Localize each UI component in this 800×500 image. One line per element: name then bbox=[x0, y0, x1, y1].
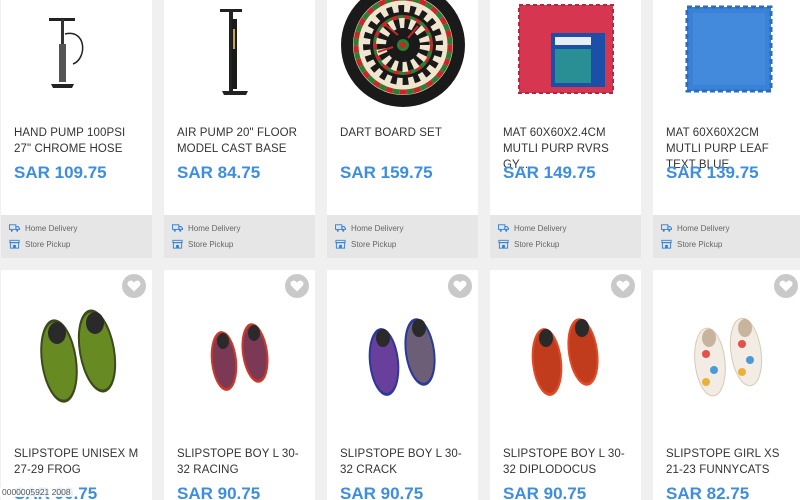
product-title[interactable]: DART BOARD SET bbox=[340, 125, 470, 141]
favorite-button[interactable] bbox=[774, 274, 798, 298]
product-price: SAR 82.75 bbox=[666, 484, 750, 500]
product-title[interactable]: SLIPSTOPE UNISEX M 27-29 FROG bbox=[14, 446, 144, 478]
heart-icon bbox=[779, 280, 793, 292]
truck-icon bbox=[9, 224, 20, 232]
frog-slippers-image bbox=[39, 309, 116, 403]
crack-slippers-image bbox=[368, 318, 436, 396]
store-icon bbox=[661, 239, 672, 249]
barcode-overlay: 0000005921 2008 bbox=[0, 487, 73, 497]
home-delivery-label: Home Delivery bbox=[514, 223, 567, 233]
home-delivery-label: Home Delivery bbox=[25, 223, 78, 233]
delivery-options: Home Delivery Store Pickup bbox=[164, 215, 315, 258]
product-price: SAR 159.75 bbox=[340, 163, 433, 182]
product-card[interactable]: DART BOARD SET SAR 159.75 Home Delivery … bbox=[327, 0, 478, 258]
product-title[interactable]: SLIPSTOPE BOY L 30-32 DIPLODOCUS bbox=[503, 446, 633, 478]
home-delivery-label: Home Delivery bbox=[188, 223, 241, 233]
product-image[interactable] bbox=[1, 0, 152, 108]
product-title[interactable]: HAND PUMP 100PSI 27" CHROME HOSE bbox=[14, 125, 144, 157]
product-title[interactable]: SLIPSTOPE BOY L 30-32 CRACK bbox=[340, 446, 470, 478]
heart-icon bbox=[290, 280, 304, 292]
product-card[interactable]: SLIPSTOPE BOY L 30-32 CRACK SAR 90.75 bbox=[327, 270, 478, 500]
heart-icon bbox=[616, 280, 630, 292]
product-price: SAR 90.75 bbox=[503, 484, 587, 500]
racing-slippers-image bbox=[210, 323, 269, 391]
air-pump-image bbox=[219, 9, 248, 95]
product-title[interactable]: SLIPSTOPE BOY L 30-32 RACING bbox=[177, 446, 307, 478]
store-icon bbox=[9, 239, 20, 249]
favorite-button[interactable] bbox=[122, 274, 146, 298]
product-card[interactable]: AIR PUMP 20" FLOOR MODEL CAST BASE SAR 8… bbox=[164, 0, 315, 258]
store-pickup-label: Store Pickup bbox=[351, 239, 397, 249]
product-price: SAR 90.75 bbox=[340, 484, 424, 500]
product-image[interactable] bbox=[327, 0, 478, 108]
product-grid: HAND PUMP 100PSI 27" CHROME HOSE SAR 109… bbox=[0, 0, 800, 500]
store-icon bbox=[335, 239, 346, 249]
product-image[interactable] bbox=[653, 0, 800, 108]
truck-icon bbox=[498, 224, 509, 232]
truck-icon bbox=[661, 224, 672, 232]
product-title[interactable]: SLIPSTOPE GIRL XS 21-23 FUNNYCATS bbox=[666, 446, 796, 478]
product-card[interactable]: SLIPSTOPE BOY L 30-32 RACING SAR 90.75 bbox=[164, 270, 315, 500]
product-title[interactable]: AIR PUMP 20" FLOOR MODEL CAST BASE bbox=[177, 125, 307, 157]
delivery-options: Home Delivery Store Pickup bbox=[1, 215, 152, 258]
product-price: SAR 90.75 bbox=[177, 484, 261, 500]
product-card[interactable]: SLIPSTOPE UNISEX M 27-29 FROG SAR 90.75 bbox=[1, 270, 152, 500]
product-card[interactable]: MAT 60X60X2CM MUTLI PURP LEAF TEXT BLUE … bbox=[653, 0, 800, 258]
product-price: SAR 149.75 bbox=[503, 163, 596, 182]
favorite-button[interactable] bbox=[611, 274, 635, 298]
product-image[interactable] bbox=[490, 0, 641, 108]
store-pickup-label: Store Pickup bbox=[25, 239, 71, 249]
product-price: SAR 84.75 bbox=[177, 163, 261, 182]
delivery-options: Home Delivery Store Pickup bbox=[327, 215, 478, 258]
product-price: SAR 139.75 bbox=[666, 163, 759, 182]
favorite-button[interactable] bbox=[448, 274, 472, 298]
store-icon bbox=[172, 239, 183, 249]
heart-icon bbox=[127, 280, 141, 292]
product-card[interactable]: SLIPSTOPE BOY L 30-32 DIPLODOCUS SAR 90.… bbox=[490, 270, 641, 500]
favorite-button[interactable] bbox=[285, 274, 309, 298]
home-delivery-label: Home Delivery bbox=[351, 223, 404, 233]
truck-icon bbox=[172, 224, 183, 232]
store-icon bbox=[498, 239, 509, 249]
store-pickup-label: Store Pickup bbox=[677, 239, 723, 249]
red-mat-image bbox=[517, 4, 614, 94]
product-card[interactable]: SLIPSTOPE GIRL XS 21-23 FUNNYCATS SAR 82… bbox=[653, 270, 800, 500]
hand-pump-image bbox=[48, 18, 83, 88]
product-card[interactable]: HAND PUMP 100PSI 27" CHROME HOSE SAR 109… bbox=[1, 0, 152, 258]
store-pickup-label: Store Pickup bbox=[514, 239, 560, 249]
heart-icon bbox=[453, 280, 467, 292]
truck-icon bbox=[335, 224, 346, 232]
blue-mat-image bbox=[685, 5, 772, 93]
product-price: SAR 109.75 bbox=[14, 163, 107, 182]
delivery-options: Home Delivery Store Pickup bbox=[653, 215, 800, 258]
product-card[interactable]: MAT 60X60X2.4CM MUTLI PURP RVRS GY... SA… bbox=[490, 0, 641, 258]
product-image[interactable] bbox=[164, 0, 315, 108]
diplodocus-slippers-image bbox=[531, 318, 599, 396]
delivery-options: Home Delivery Store Pickup bbox=[490, 215, 641, 258]
dart-board-image bbox=[340, 0, 465, 107]
store-pickup-label: Store Pickup bbox=[188, 239, 234, 249]
home-delivery-label: Home Delivery bbox=[677, 223, 730, 233]
funnycats-slippers-image bbox=[693, 317, 762, 397]
